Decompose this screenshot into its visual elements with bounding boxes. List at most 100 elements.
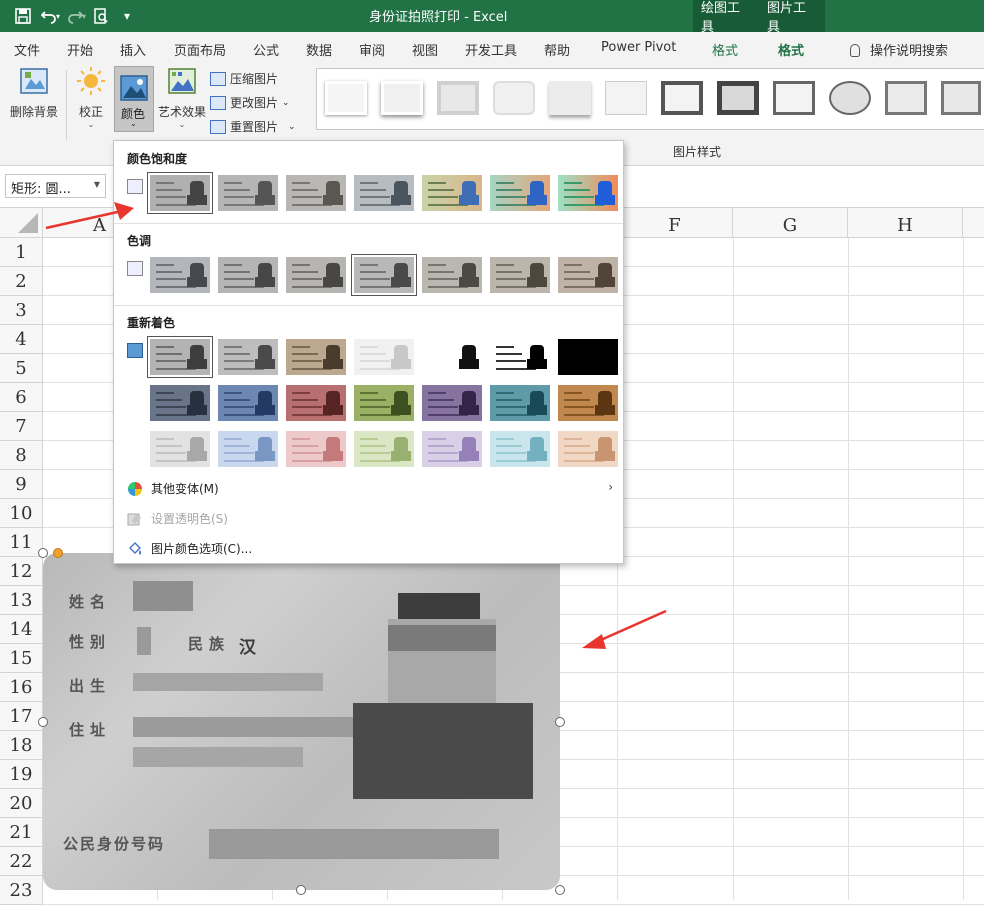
row-header[interactable]: 20	[0, 789, 43, 818]
corrections-button[interactable]: 校正 ⌄	[72, 66, 110, 129]
color-variant-thumbnail[interactable]	[558, 385, 618, 421]
color-variant-thumbnail[interactable]	[422, 175, 482, 211]
picture-style-thumb[interactable]	[941, 81, 981, 115]
remove-background-button[interactable]: 删除背景	[6, 66, 62, 120]
row-header[interactable]: 6	[0, 383, 43, 412]
column-header-i[interactable]	[963, 208, 984, 238]
undo-dropdown-icon[interactable]: ▾	[56, 12, 60, 21]
color-variant-thumbnail[interactable]	[218, 385, 278, 421]
column-header-f[interactable]: F	[617, 208, 733, 238]
save-icon[interactable]	[10, 0, 36, 32]
color-variant-thumbnail[interactable]	[147, 172, 213, 214]
color-variant-thumbnail[interactable]	[422, 339, 482, 375]
color-variant-thumbnail[interactable]	[150, 431, 210, 467]
color-variant-thumbnail[interactable]	[218, 175, 278, 211]
row-header[interactable]: 8	[0, 441, 43, 470]
color-variant-thumbnail[interactable]	[150, 257, 210, 293]
tab-view[interactable]: 视图	[412, 40, 438, 59]
resize-handle-bottom[interactable]	[296, 885, 306, 895]
resize-handle-top-left[interactable]	[38, 548, 48, 558]
tab-page-layout[interactable]: 页面布局	[174, 40, 226, 59]
row-header[interactable]: 4	[0, 325, 43, 354]
row-header[interactable]: 23	[0, 876, 43, 905]
row-header[interactable]: 11	[0, 528, 43, 557]
id-card-picture[interactable]: 姓名 性别 民族 汉 出生 住址 公民身份号码	[43, 553, 560, 890]
rotate-handle[interactable]	[53, 548, 63, 558]
color-button[interactable]: 颜色 ⌄	[114, 66, 154, 132]
color-variant-thumbnail[interactable]	[490, 257, 550, 293]
column-header-h[interactable]: H	[848, 208, 963, 238]
color-variant-thumbnail[interactable]	[218, 431, 278, 467]
color-variant-thumbnail[interactable]	[150, 385, 210, 421]
compress-pictures-button[interactable]: 压缩图片	[210, 70, 278, 87]
row-header[interactable]: 16	[0, 673, 43, 702]
customize-qat-icon[interactable]: ▾	[114, 0, 140, 32]
row-header[interactable]: 21	[0, 818, 43, 847]
color-variant-thumbnail[interactable]	[490, 175, 550, 211]
color-variant-thumbnail[interactable]	[354, 431, 414, 467]
row-header[interactable]: 9	[0, 470, 43, 499]
color-variant-thumbnail[interactable]	[218, 339, 278, 375]
color-variant-thumbnail[interactable]	[351, 254, 417, 296]
row-header[interactable]: 7	[0, 412, 43, 441]
color-variant-thumbnail[interactable]	[218, 257, 278, 293]
reset-picture-button[interactable]: 重置图片 ⌄	[210, 118, 296, 135]
tab-picture-format[interactable]: 格式	[778, 40, 805, 65]
color-variant-thumbnail[interactable]	[490, 339, 550, 375]
color-variant-thumbnail[interactable]	[558, 339, 618, 375]
picture-style-thumb[interactable]	[325, 81, 367, 115]
color-variant-thumbnail[interactable]	[354, 339, 414, 375]
row-header[interactable]: 17	[0, 702, 43, 731]
tab-home[interactable]: 开始	[67, 40, 93, 59]
name-box-dropdown-icon[interactable]: ▼	[94, 180, 100, 189]
tab-developer[interactable]: 开发工具	[465, 40, 517, 59]
print-preview-icon[interactable]	[88, 0, 114, 32]
tab-formulas[interactable]: 公式	[253, 40, 279, 59]
picture-style-thumb[interactable]	[381, 81, 423, 115]
row-header[interactable]: 13	[0, 586, 43, 615]
color-variant-thumbnail[interactable]	[422, 257, 482, 293]
color-variant-thumbnail[interactable]	[354, 385, 414, 421]
color-variant-thumbnail[interactable]	[558, 257, 618, 293]
picture-style-thumb[interactable]	[437, 81, 479, 115]
color-variant-thumbnail[interactable]	[558, 431, 618, 467]
tab-data[interactable]: 数据	[306, 40, 332, 59]
picture-color-options-item[interactable]: 图片颜色选项(C)...	[127, 540, 252, 557]
color-variant-thumbnail[interactable]	[286, 385, 346, 421]
tab-help[interactable]: 帮助	[544, 40, 570, 59]
color-variant-thumbnail[interactable]	[147, 336, 213, 378]
tab-insert[interactable]: 插入	[120, 40, 146, 59]
color-variant-thumbnail[interactable]	[286, 175, 346, 211]
color-variant-thumbnail[interactable]	[422, 431, 482, 467]
tell-me-search[interactable]: 操作说明搜索	[850, 40, 948, 59]
resize-handle-left[interactable]	[38, 717, 48, 727]
row-header[interactable]: 18	[0, 731, 43, 760]
color-variant-thumbnail[interactable]	[286, 257, 346, 293]
color-variant-thumbnail[interactable]	[490, 385, 550, 421]
more-variants-item[interactable]: 其他变体(M)	[127, 480, 219, 497]
color-variant-thumbnail[interactable]	[422, 385, 482, 421]
row-header[interactable]: 1	[0, 238, 43, 267]
resize-handle-bottom-right[interactable]	[555, 885, 565, 895]
color-variant-thumbnail[interactable]	[286, 431, 346, 467]
select-all-corner[interactable]	[0, 208, 43, 238]
change-picture-button[interactable]: 更改图片 ⌄	[210, 94, 290, 111]
picture-style-thumb[interactable]	[605, 81, 647, 115]
row-header[interactable]: 5	[0, 354, 43, 383]
name-box[interactable]: 矩形: 圆... ▼	[5, 174, 106, 198]
row-header[interactable]: 2	[0, 267, 43, 296]
row-header[interactable]: 3	[0, 296, 43, 325]
row-header[interactable]: 22	[0, 847, 43, 876]
resize-handle-right[interactable]	[555, 717, 565, 727]
artistic-effects-button[interactable]: 艺术效果 ⌄	[156, 66, 208, 129]
row-header[interactable]: 12	[0, 557, 43, 586]
tab-file[interactable]: 文件	[14, 40, 40, 59]
picture-style-thumb[interactable]	[885, 81, 927, 115]
picture-style-thumb[interactable]	[773, 81, 815, 115]
tab-drawing-format[interactable]: 格式	[712, 40, 738, 59]
picture-style-thumb[interactable]	[829, 81, 871, 115]
picture-style-thumb[interactable]	[493, 81, 535, 115]
picture-style-thumb[interactable]	[661, 81, 703, 115]
tab-review[interactable]: 审阅	[359, 40, 385, 59]
color-variant-thumbnail[interactable]	[286, 339, 346, 375]
